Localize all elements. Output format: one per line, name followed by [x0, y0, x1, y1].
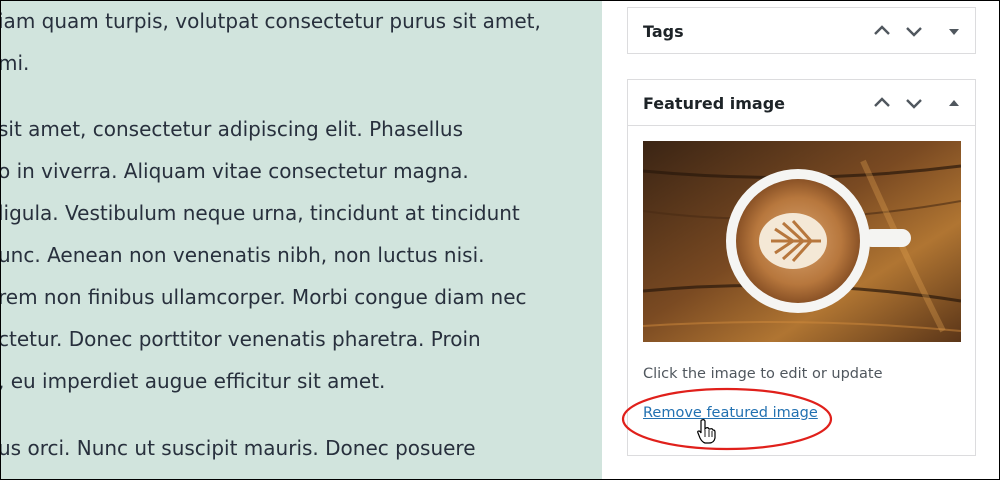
featured-image-panel-body: Click the image to edit or update Remove…: [628, 125, 975, 455]
paragraph-3[interactable]: us orci. Nunc ut suscipit mauris. Donec …: [1, 433, 476, 475]
settings-sidebar: Tags Featured image Click the image to e…: [602, 1, 999, 479]
paragraph-1[interactable]: iam quam turpis, volutpat consectetur pu…: [1, 6, 541, 90]
remove-featured-image-link[interactable]: Remove featured image: [643, 405, 818, 421]
tags-panel-header[interactable]: Tags: [628, 8, 975, 53]
paragraph-line: sit amet, consectetur adipiscing elit. P…: [1, 117, 464, 141]
move-up-icon[interactable]: [870, 92, 894, 114]
paragraph-line: rem non finibus ullamcorper. Morbi congu…: [1, 285, 527, 309]
move-up-icon[interactable]: [870, 20, 894, 42]
tags-panel-title: Tags: [643, 22, 684, 41]
paragraph-line: unc. Aenean non venenatis nibh, non luct…: [1, 243, 485, 267]
expand-toggle-icon[interactable]: [942, 20, 966, 42]
move-down-icon[interactable]: [902, 20, 926, 42]
paragraph-2[interactable]: sit amet, consectetur adipiscing elit. P…: [1, 114, 527, 408]
paragraph-line: o in viverra. Aliquam vitae consectetur …: [1, 159, 469, 183]
post-content-area[interactable]: iam quam turpis, volutpat consectetur pu…: [1, 1, 602, 479]
paragraph-line: ligula. Vestibulum neque urna, tincidunt…: [1, 201, 520, 225]
featured-image-hint: Click the image to edit or update: [643, 366, 883, 382]
collapse-toggle-icon[interactable]: [942, 92, 966, 114]
featured-image-thumbnail[interactable]: [643, 141, 961, 342]
tags-panel: Tags: [627, 7, 976, 54]
paragraph-line: mi.: [1, 51, 30, 75]
paragraph-line: iam quam turpis, volutpat consectetur pu…: [1, 9, 541, 33]
paragraph-line: , eu imperdiet augue efficitur sit amet.: [1, 369, 386, 393]
paragraph-line: us orci. Nunc ut suscipit mauris. Donec …: [1, 436, 476, 460]
featured-image-panel-header[interactable]: Featured image: [628, 80, 975, 125]
move-down-icon[interactable]: [902, 92, 926, 114]
featured-image-panel-title: Featured image: [643, 94, 785, 113]
featured-image-panel: Featured image Click the image to edit o…: [627, 79, 976, 456]
paragraph-line: ctetur. Donec porttitor venenatis pharet…: [1, 327, 481, 351]
hand-pointer-icon: [697, 419, 716, 444]
